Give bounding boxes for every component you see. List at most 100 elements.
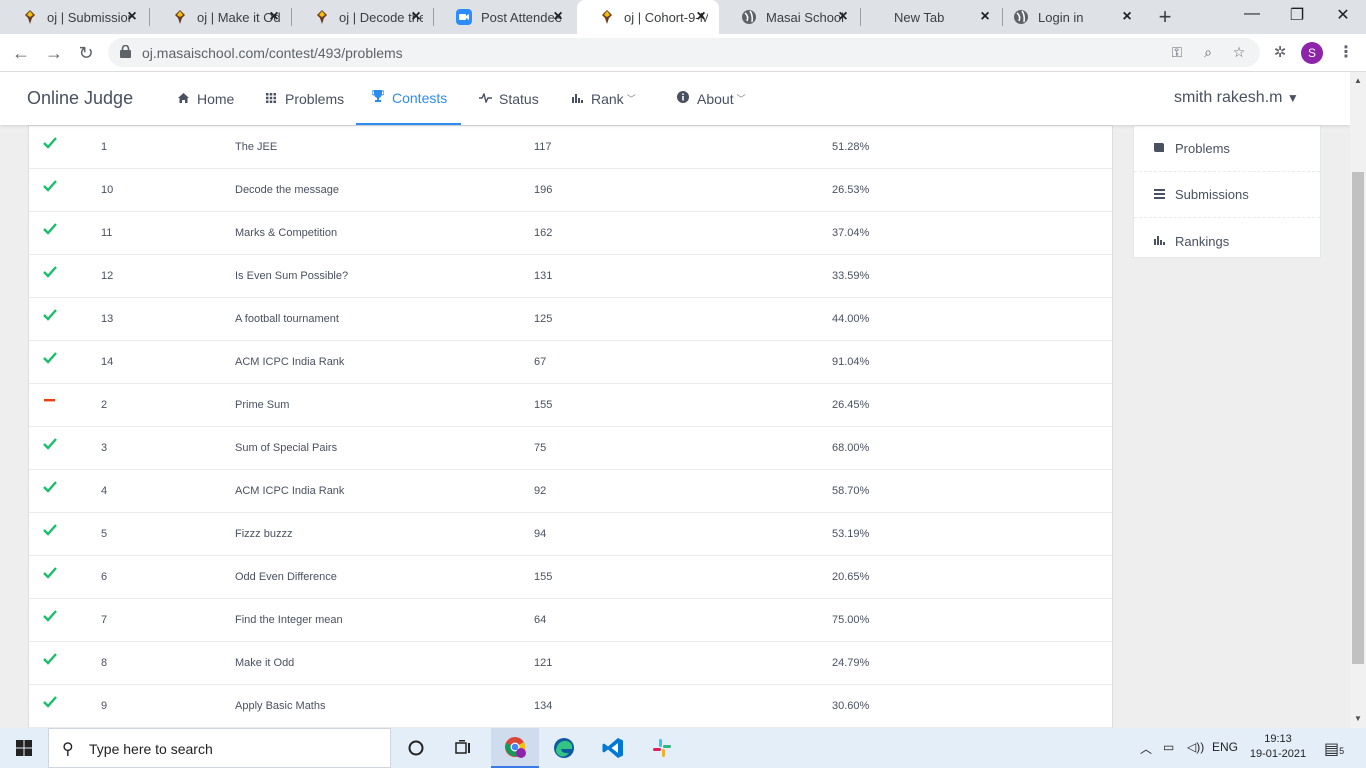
problem-title[interactable]: Odd Even Difference (235, 571, 337, 583)
scroll-up-arrow-icon[interactable]: ▲ (1354, 76, 1362, 85)
table-row[interactable]: 12 Is Even Sum Possible? 131 33.59% (29, 255, 1112, 298)
sidebar-item-submissions[interactable]: Submissions (1134, 172, 1320, 218)
checkmark-icon (43, 266, 59, 282)
table-row[interactable]: 5 Fizzz buzzz 94 53.19% (29, 513, 1112, 556)
table-row[interactable]: 2 Prime Sum 155 26.45% (29, 384, 1112, 427)
table-row[interactable]: 9 Apply Basic Maths 134 30.60% (29, 685, 1112, 728)
problem-title[interactable]: Find the Integer mean (235, 614, 343, 626)
close-tab-icon[interactable]: × (1119, 9, 1135, 25)
browser-tab[interactable]: oj | Submissions × (0, 0, 150, 34)
address-bar[interactable]: oj.masaischool.com/contest/493/problems … (108, 38, 1260, 67)
search-icon: ⚲ (62, 741, 74, 758)
user-dropdown[interactable]: smith rakesh.m ▼ (1174, 89, 1299, 107)
problem-title[interactable]: Marks & Competition (235, 227, 337, 239)
problem-title[interactable]: Make it Odd (235, 657, 294, 669)
edge-taskbar-icon[interactable] (540, 728, 588, 768)
key-icon[interactable]: ⚿ (1168, 44, 1186, 62)
scroll-down-arrow-icon[interactable]: ▼ (1354, 714, 1362, 723)
problem-title[interactable]: ACM ICPC India Rank (235, 485, 344, 497)
close-tab-icon[interactable]: × (124, 9, 140, 25)
zoom-magnifier-icon[interactable]: ⌕ (1199, 44, 1217, 62)
minimize-icon[interactable]: — (1237, 5, 1267, 23)
battery-icon[interactable]: ▭ (1163, 740, 1174, 754)
new-tab-plus-icon[interactable]: + (1155, 6, 1175, 28)
browser-tab[interactable]: New Tab × (861, 0, 1003, 34)
problem-ac-rate: 33.59% (832, 270, 870, 282)
problem-title[interactable]: The JEE (235, 141, 277, 153)
browser-menu-icon[interactable]: ⋮ (1338, 42, 1354, 62)
problem-id: 13 (101, 313, 114, 325)
vscode-taskbar-icon[interactable] (589, 728, 637, 768)
problem-title[interactable]: Decode the message (235, 184, 339, 196)
bookmark-star-icon[interactable]: ☆ (1230, 44, 1248, 62)
nav-home[interactable]: Home (177, 72, 234, 125)
back-arrow-icon[interactable]: ← (10, 42, 32, 64)
windows-start-icon[interactable] (16, 740, 32, 756)
checkmark-icon (43, 610, 59, 626)
problem-title[interactable]: Prime Sum (235, 399, 289, 411)
task-view-icon[interactable] (440, 728, 488, 768)
chevron-down-icon: ﹀ (626, 94, 636, 104)
problem-title[interactable]: Sum of Special Pairs (235, 442, 337, 454)
close-tab-icon[interactable]: × (408, 9, 424, 25)
problem-id: 7 (101, 614, 108, 626)
nav-problems[interactable]: Problems (265, 72, 344, 125)
browser-tab[interactable]: Masai School × (719, 0, 861, 34)
tray-chevron-up-icon[interactable]: ︿ (1140, 740, 1152, 757)
problem-id: 14 (101, 356, 114, 368)
problem-title[interactable]: Is Even Sum Possible? (235, 270, 348, 282)
table-row[interactable]: 8 Make it Odd 121 24.79% (29, 642, 1112, 685)
problem-title[interactable]: ACM ICPC India Rank (235, 356, 344, 368)
sidebar-item-rankings[interactable]: Rankings (1134, 218, 1320, 264)
nav-contests[interactable]: Contests (356, 72, 461, 125)
taskbar-search-box[interactable]: ⚲ Type here to search (48, 728, 391, 768)
nav-rank[interactable]: Rank ﹀ (571, 72, 636, 125)
browser-tab-active[interactable]: oj | Cohort-9-Masai × (577, 0, 719, 34)
table-row[interactable]: 3 Sum of Special Pairs 75 68.00% (29, 427, 1112, 470)
problem-title[interactable]: A football tournament (235, 313, 339, 325)
book-icon (1152, 142, 1166, 156)
close-tab-icon[interactable]: × (693, 9, 709, 25)
table-row[interactable]: 7 Find the Integer mean 64 75.00% (29, 599, 1112, 642)
volume-icon[interactable]: ◁)) (1187, 740, 1204, 754)
problem-title[interactable]: Apply Basic Maths (235, 700, 325, 712)
cortana-circle-icon[interactable] (392, 728, 440, 768)
close-tab-icon[interactable]: × (550, 9, 566, 25)
close-tab-icon[interactable]: × (266, 9, 282, 25)
extensions-puzzle-icon[interactable]: ✲ (1270, 43, 1290, 63)
browser-tab[interactable]: Login in × (1003, 0, 1145, 34)
site-brand[interactable]: Online Judge (27, 88, 133, 109)
problem-title[interactable]: Fizzz buzzz (235, 528, 292, 540)
nav-status[interactable]: Status (479, 72, 539, 125)
nav-about[interactable]: About ﹀ (677, 72, 746, 125)
reload-icon[interactable]: ↻ (75, 42, 97, 64)
page-scrollbar[interactable]: ▲ ▼ (1350, 72, 1366, 728)
system-clock[interactable]: 19:13 19-01-2021 (1247, 732, 1309, 762)
table-row[interactable]: 11 Marks & Competition 162 37.04% (29, 212, 1112, 255)
browser-tab[interactable]: oj | Make it Odd × (150, 0, 292, 34)
sidebar-item-problems[interactable]: Problems (1134, 126, 1320, 172)
table-row[interactable]: 6 Odd Even Difference 155 20.65% (29, 556, 1112, 599)
table-row[interactable]: 10 Decode the message 196 26.53% (29, 169, 1112, 212)
restore-icon[interactable]: ❐ (1282, 5, 1312, 25)
problem-ac-rate: 44.00% (832, 313, 870, 325)
profile-avatar[interactable]: S (1301, 42, 1323, 64)
notification-center-icon[interactable]: ▤5 (1324, 739, 1344, 759)
close-tab-icon[interactable]: × (835, 9, 851, 25)
table-row[interactable]: 13 A football tournament 125 44.00% (29, 298, 1112, 341)
problem-total: 67 (534, 356, 547, 368)
scrollbar-thumb[interactable] (1352, 172, 1364, 664)
checkmark-icon (43, 180, 59, 196)
checkmark-icon (43, 653, 59, 669)
slack-taskbar-icon[interactable] (638, 728, 686, 768)
chrome-taskbar-icon[interactable] (491, 728, 539, 768)
close-tab-icon[interactable]: × (977, 9, 993, 25)
browser-tab[interactable]: Post Attendee × (434, 0, 576, 34)
language-indicator[interactable]: ENG (1212, 740, 1238, 754)
browser-tab[interactable]: oj | Decode the message × (292, 0, 434, 34)
table-row[interactable]: 4 ACM ICPC India Rank 92 58.70% (29, 470, 1112, 513)
table-row[interactable]: 1 The JEE 117 51.28% (29, 126, 1112, 169)
table-row[interactable]: 14 ACM ICPC India Rank 67 91.04% (29, 341, 1112, 384)
close-window-icon[interactable]: ✕ (1328, 5, 1358, 25)
forward-arrow-icon[interactable]: → (43, 42, 65, 64)
